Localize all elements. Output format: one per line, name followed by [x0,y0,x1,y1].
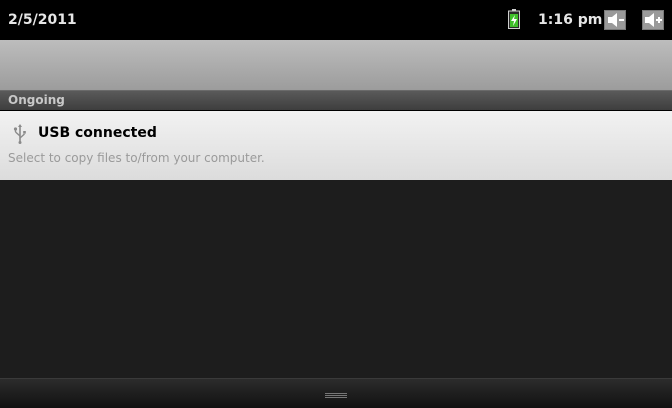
usb-icon [13,124,27,144]
notification-speaker-plus-icon [642,10,664,30]
drag-handle-icon[interactable] [325,393,347,399]
shade-empty-area [0,180,672,378]
status-bar[interactable]: 2/5/2011 1:16 pm [0,0,672,40]
battery-charging-icon [508,9,520,29]
notification-title: USB connected [38,125,157,141]
section-label: Ongoing [8,93,65,107]
usb-notification[interactable]: USB connected Select to copy files to/fr… [0,111,672,180]
notification-text: Select to copy files to/from your comput… [8,151,265,165]
status-date: 2/5/2011 [8,12,77,28]
status-time: 1:16 pm [538,12,603,28]
notification-speaker-icon [604,10,626,30]
shade-header [0,40,672,90]
ongoing-section-header: Ongoing [0,90,672,110]
shade-close-handle[interactable] [0,378,672,408]
notification-shade: 2/5/2011 1:16 pm Ongoing USB connected S… [0,0,672,408]
